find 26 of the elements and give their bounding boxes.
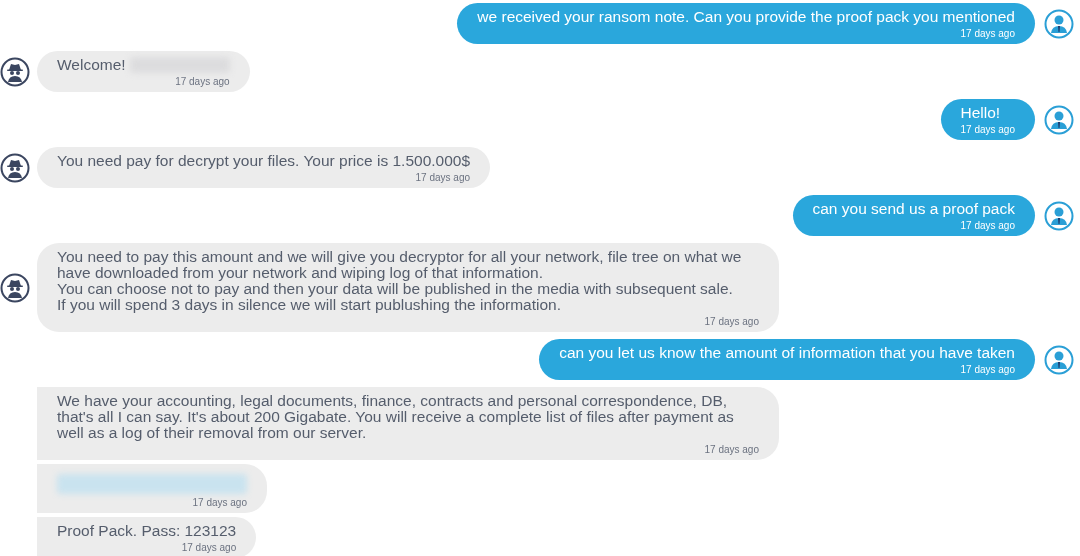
spy-icon xyxy=(0,56,30,87)
message-text: Hello! xyxy=(960,105,1001,121)
message-text: Proof Pack. Pass: 123123 xyxy=(57,523,237,539)
timestamp: 17 days ago xyxy=(704,443,759,456)
timestamp: 17 days ago xyxy=(960,27,1015,40)
message-text: can you send us a proof pack xyxy=(812,201,1015,217)
timestamp: 17 days ago xyxy=(704,315,759,328)
user-avatar-icon xyxy=(1044,344,1074,375)
user-avatar-icon xyxy=(1044,104,1074,135)
message-text: can you let us know the amount of information that you have taken xyxy=(559,345,1015,361)
message-text: You need pay for decrypt your files. Your price is 1.500.000$ xyxy=(57,153,471,169)
timestamp: 17 days ago xyxy=(175,75,230,88)
message-text: You need to pay this amount and we will give you decryptor for all your network, file tree on what we have downloaded from your network and wiping log of that information. You can choose not to pay and then your data will be published in the media with subsequent sale. If you will spend 3 days in silence we will start publushing the information. xyxy=(57,249,743,313)
user-avatar-icon xyxy=(1044,200,1074,231)
spy-icon xyxy=(0,272,30,303)
timestamp: 17 days ago xyxy=(192,496,247,509)
timestamp: 17 days ago xyxy=(960,219,1015,232)
user-avatar-icon xyxy=(1044,8,1074,39)
timestamp: 17 days ago xyxy=(960,363,1015,376)
timestamp: 17 days ago xyxy=(415,171,471,184)
message-text: we received your ransom note. Can you provide the proof pack you mentioned xyxy=(477,9,1015,25)
timestamp: 17 days ago xyxy=(181,541,237,554)
message-text: We have your accounting, legal documents, finance, contracts and personal correspondence, DB, that's all I can say. It's about 200 Gigabate. You will receive a complete list of files after payment as well as a log of their removal from our server. xyxy=(57,393,735,441)
message-text: Welcome! xyxy=(57,57,126,73)
timestamp: 17 days ago xyxy=(960,123,1015,136)
spy-icon xyxy=(0,152,30,183)
